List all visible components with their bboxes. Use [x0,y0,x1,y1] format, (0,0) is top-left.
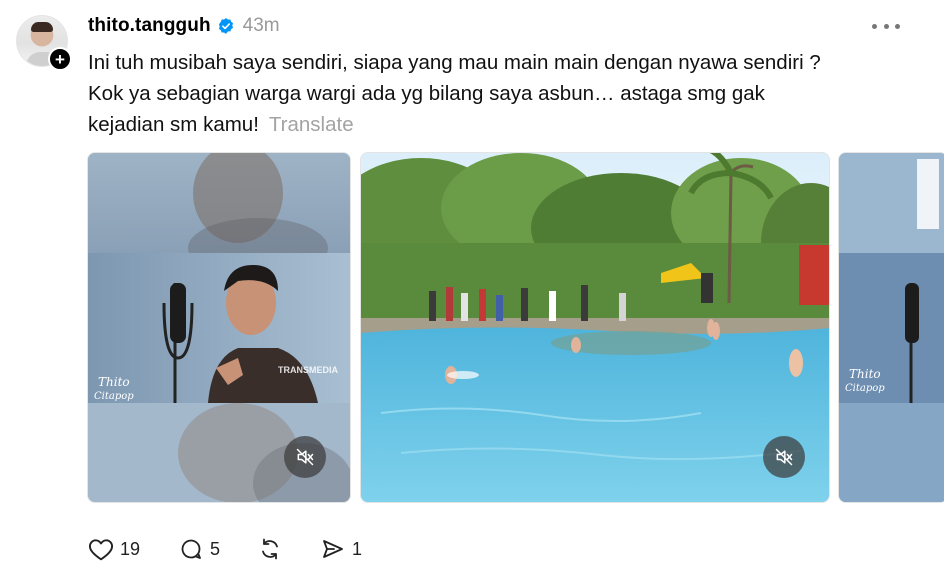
follow-button[interactable]: + [48,47,72,71]
post-text-line-end: kejadian sm kamu! [88,113,259,136]
verified-badge-icon [217,17,235,35]
post-text-line: Kok ya sebagian warga wargi ada yg bilan… [88,82,765,105]
video-thumbnail-singer[interactable]: Thito Citapop TRANSMEDIA [87,152,351,503]
like-count: 19 [120,538,141,559]
post-actions: 19 5 1 [88,534,362,564]
avatar-container[interactable]: + [16,15,72,71]
video-watermark: TRANSMEDIA [278,365,338,375]
like-button[interactable]: 19 [88,537,140,561]
reply-button[interactable]: 5 [178,537,220,561]
video-channel-logo: Citapop [845,383,885,394]
reply-count: 5 [210,538,221,559]
post-text-line: Ini tuh musibah saya sendiri, siapa yang… [88,51,821,74]
send-icon [323,540,343,558]
translate-link[interactable]: Translate [269,113,354,136]
video-channel-logo: Citapop [94,391,134,402]
more-dots-icon [872,23,877,29]
video-channel-logo: Thito [98,375,130,389]
speaker-muted-icon [775,448,793,466]
pool-video-frame [361,153,829,502]
more-dots-icon [883,23,889,29]
video-thumbnail-pool[interactable] [360,152,830,503]
speaker-muted-icon [296,448,314,466]
video-thumbnail-partial[interactable]: Thito Citapop [838,152,944,503]
post-timestamp[interactable]: 43m [243,15,280,37]
more-dots-icon [895,23,900,29]
more-options-button[interactable] [872,20,900,32]
mute-toggle-button[interactable] [284,436,326,478]
username[interactable]: thito.tangguh [88,15,211,37]
comment-bubble-icon [181,539,201,559]
post-text-line: kejadian sm kamu! Translate [88,109,918,140]
partial-video-frame: Thito Citapop [839,153,944,502]
heart-icon [88,539,114,561]
post-header: thito.tangguh 43m [88,12,280,40]
share-count: 1 [352,538,363,559]
repost-icon [262,538,278,560]
mute-toggle-button[interactable] [763,436,805,478]
video-channel-logo: Thito [849,367,881,381]
share-button[interactable]: 1 [320,537,362,561]
post-body: Ini tuh musibah saya sendiri, siapa yang… [88,47,918,140]
repost-button[interactable] [256,537,284,561]
